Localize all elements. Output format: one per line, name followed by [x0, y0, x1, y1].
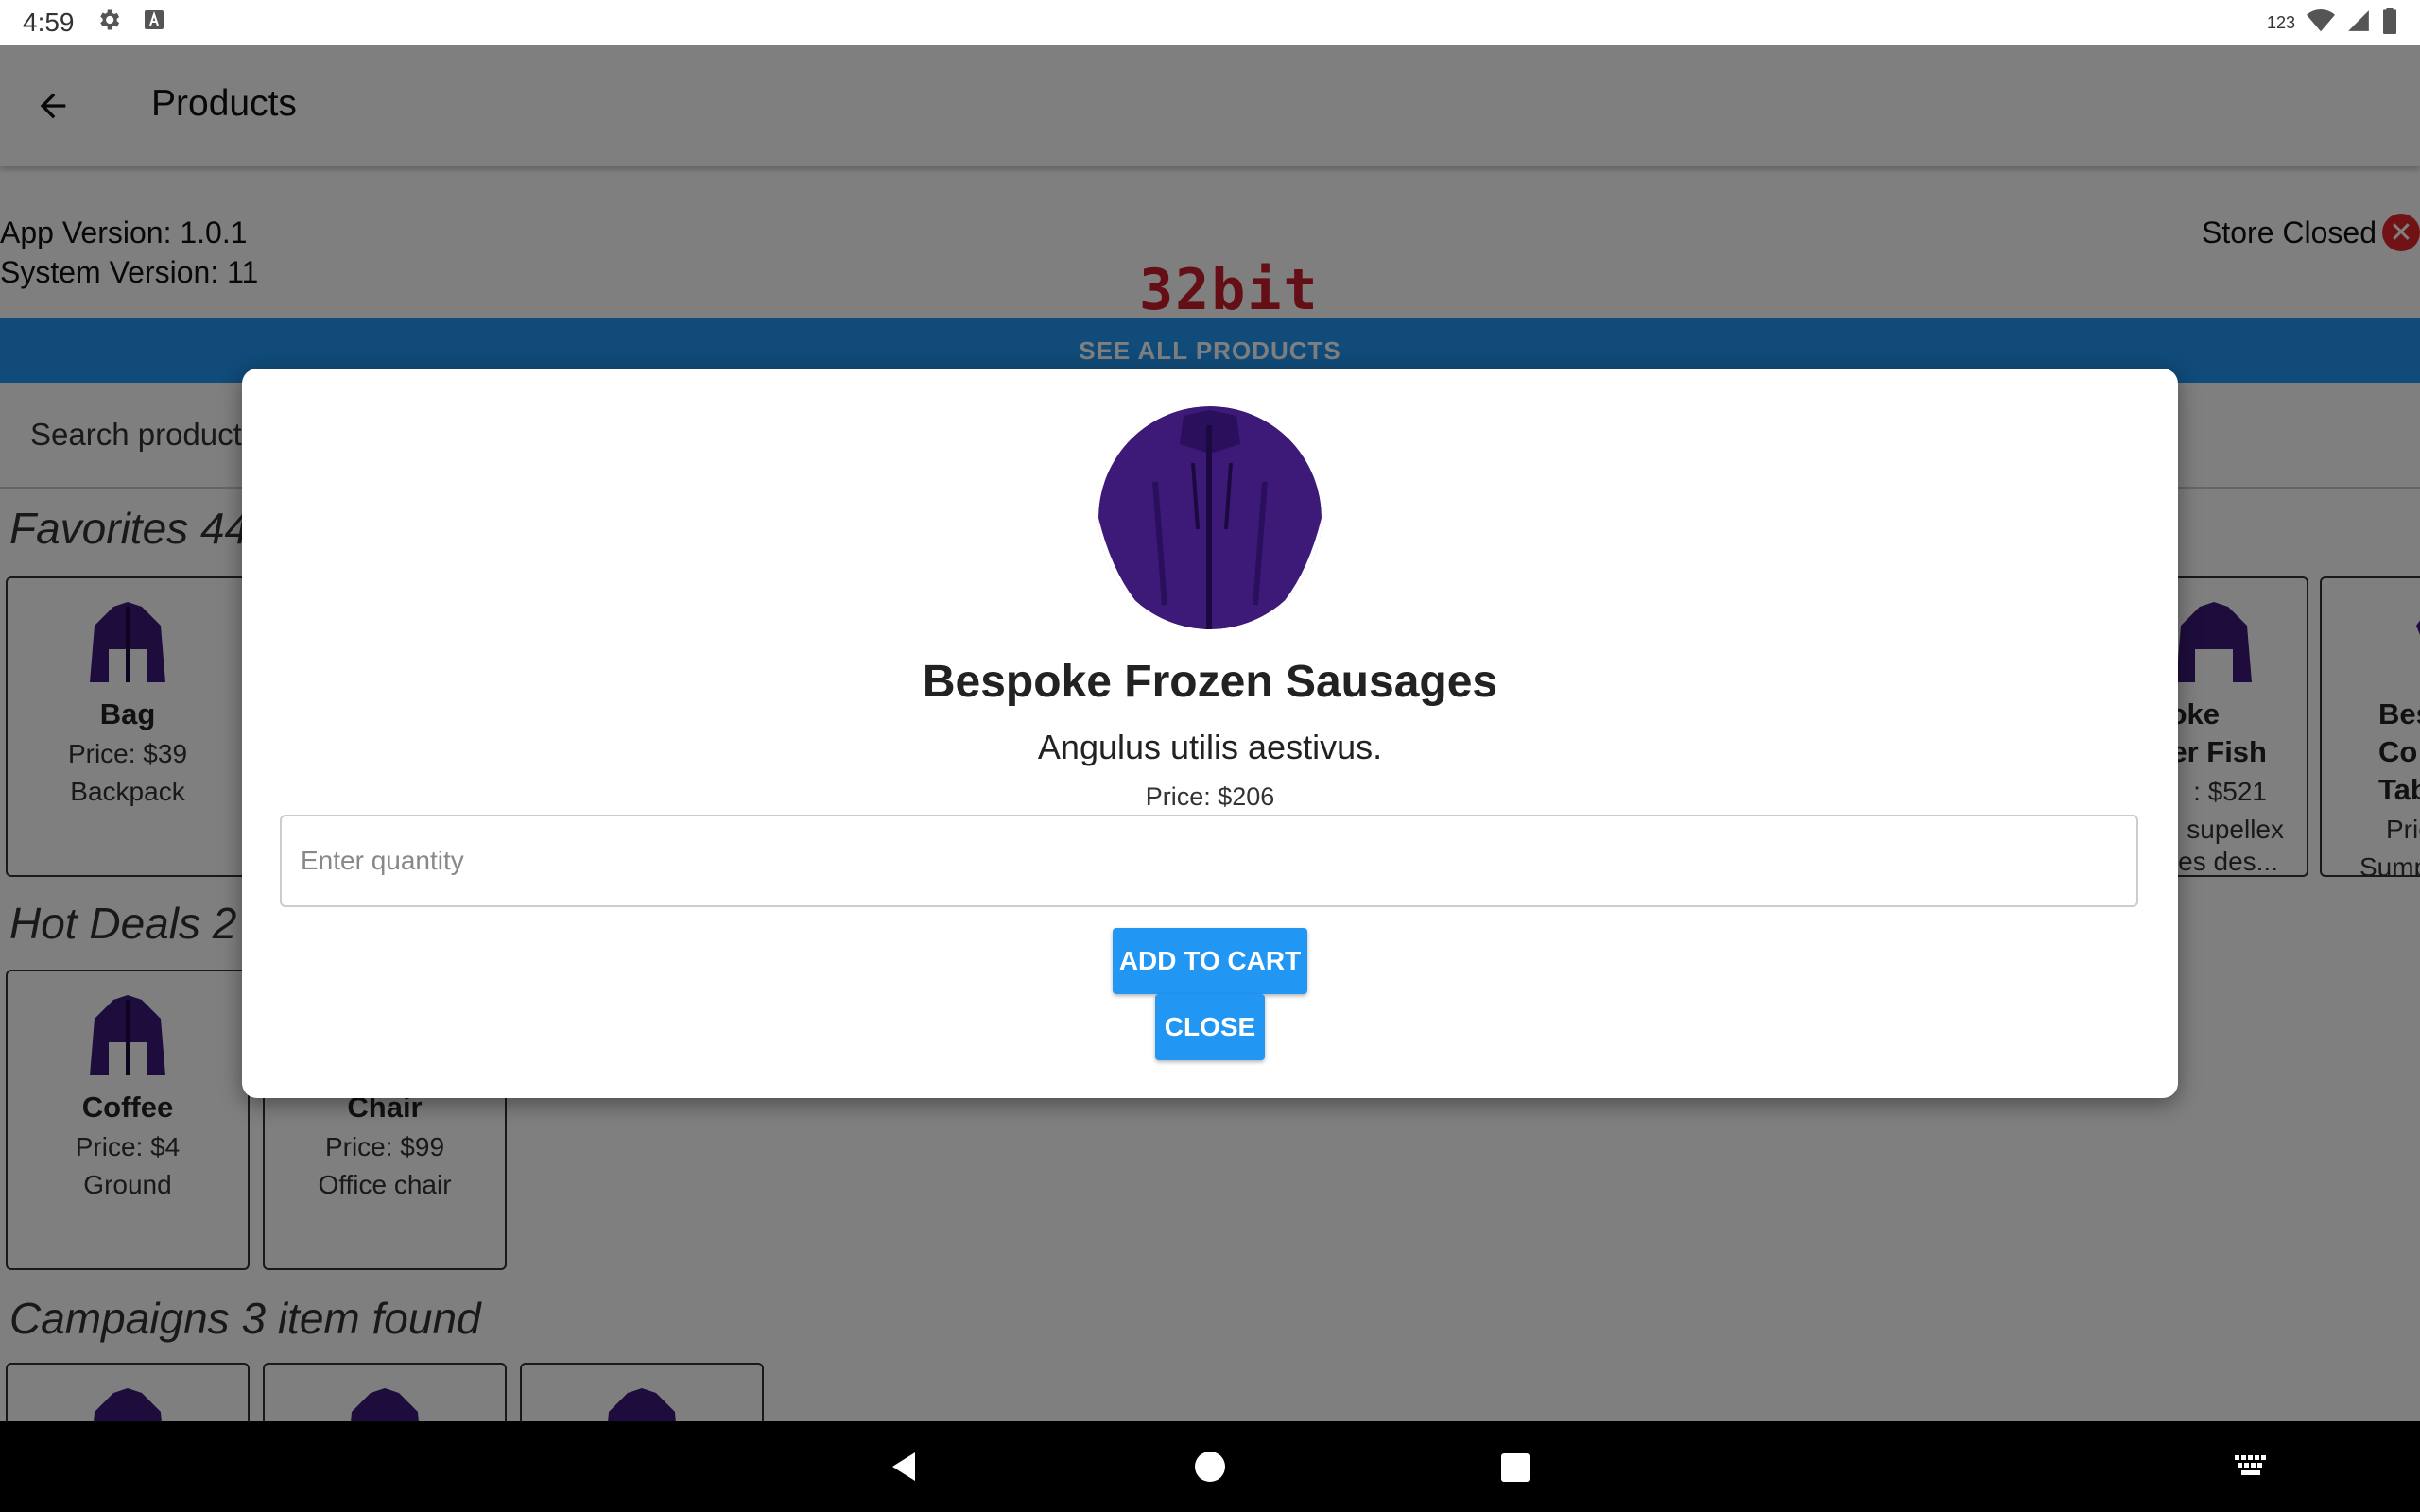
- product-image: [1098, 406, 1322, 629]
- status-bar: 4:59 123: [0, 0, 2420, 45]
- navigation-bar: [0, 1421, 2420, 1512]
- keyboard-icon[interactable]: [2235, 1455, 2267, 1476]
- product-description: Angulus utilis aestivus.: [1037, 728, 1383, 766]
- product-title: Bespoke Frozen Sausages: [922, 657, 1498, 707]
- status-time: 4:59: [23, 8, 75, 37]
- quantity-input[interactable]: [280, 815, 2138, 907]
- add-to-cart-button[interactable]: ADD TO CART: [1113, 928, 1307, 994]
- wifi-icon: [2307, 9, 2335, 38]
- battery-icon: [2382, 7, 2397, 39]
- product-dialog: Bespoke Frozen Sausages Angulus utilis a…: [242, 369, 2178, 1098]
- nav-back-icon[interactable]: [887, 1450, 921, 1484]
- signal-icon: [2346, 9, 2371, 38]
- status-keyboard-label: 123: [2266, 12, 2295, 32]
- product-price: Price: $206: [1145, 782, 1275, 811]
- nav-home-icon[interactable]: [1195, 1452, 1225, 1482]
- font-icon: [143, 8, 165, 38]
- nav-recents-icon[interactable]: [1501, 1453, 1530, 1482]
- settings-icon: [95, 7, 122, 40]
- close-button[interactable]: CLOSE: [1155, 994, 1265, 1060]
